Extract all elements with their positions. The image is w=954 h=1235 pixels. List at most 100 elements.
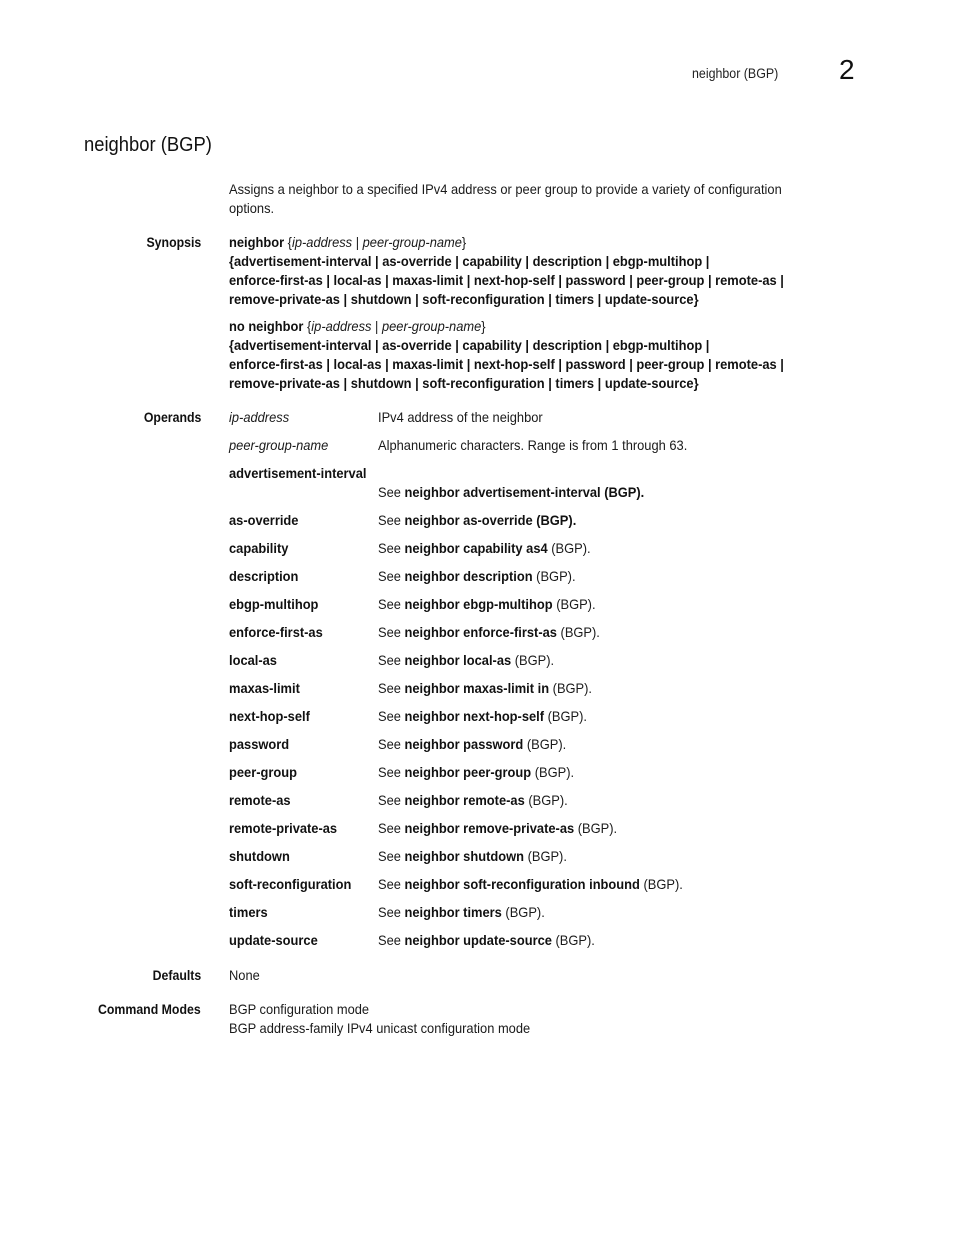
operand-see-reference: See neighbor as-override (BGP). [378, 511, 576, 530]
operand-term: ebgp-multihop [229, 596, 319, 612]
synopsis-options-line: {advertisement-interval | as-override | … [229, 337, 710, 353]
see-prefix: See [378, 596, 405, 612]
see-suffix: (BGP). [551, 932, 595, 948]
synopsis-options-line: remove-private-as | shutdown | soft-reco… [229, 375, 699, 391]
cross-reference-link[interactable]: neighbor as-override (BGP). [405, 512, 577, 528]
cross-reference-link[interactable]: neighbor capability as4 [405, 540, 548, 556]
operand-see-reference: See neighbor enforce-first-as (BGP). [378, 623, 600, 642]
see-prefix: See [378, 540, 405, 556]
see-suffix: (BGP). [549, 680, 593, 696]
cross-reference-link[interactable]: neighbor password [405, 736, 524, 752]
cross-reference-link[interactable]: neighbor maxas-limit in [405, 680, 550, 696]
defaults-value: None [229, 967, 260, 983]
operand-see-reference: See neighbor peer-group (BGP). [378, 763, 574, 782]
operand-definition: Alphanumeric characters. Range is from 1… [378, 437, 688, 453]
cross-reference-link[interactable]: neighbor advertisement-interval (BGP). [405, 484, 645, 500]
operand-term: peer-group-name [229, 437, 329, 453]
operand-see-reference: See neighbor local-as (BGP). [378, 651, 554, 670]
synopsis-form: neighbor {ip-address | peer-group-name} … [229, 233, 832, 309]
cross-reference-link[interactable]: neighbor update-source [405, 932, 552, 948]
see-prefix: See [378, 708, 405, 724]
operand-see-reference: See neighbor description (BGP). [378, 567, 576, 586]
cross-reference-link[interactable]: neighbor timers [405, 904, 506, 920]
operand-term: soft-reconfiguration [229, 876, 352, 892]
see-suffix: (BGP). [574, 820, 618, 836]
synopsis-options-line: enforce-first-as | local-as | maxas-limi… [229, 356, 784, 372]
synopsis-options-line: enforce-first-as | local-as | maxas-limi… [229, 272, 784, 288]
arg-peer-group-name: peer-group-name [362, 234, 462, 250]
see-suffix: (BGP). [523, 736, 567, 752]
synopsis-options-line: {advertisement-interval | as-override | … [229, 253, 710, 269]
see-prefix: See [378, 792, 405, 808]
see-prefix: See [378, 512, 405, 528]
operand-see-reference: See neighbor next-hop-self (BGP). [378, 707, 587, 726]
see-suffix: (BGP). [531, 764, 575, 780]
cross-reference-link[interactable]: neighbor remove-private-as [405, 820, 575, 836]
cross-reference-link[interactable]: neighbor soft-reconfiguration inbound [405, 876, 640, 892]
arg-peer-group-name: peer-group-name [381, 318, 482, 334]
see-prefix: See [378, 820, 405, 836]
see-prefix: See [378, 680, 405, 696]
operand-term: remote-as [229, 792, 291, 808]
operand-term: advertisement-interval [229, 465, 367, 481]
see-suffix: (BGP). [524, 792, 568, 808]
see-suffix: (BGP). [523, 848, 567, 864]
cross-reference-link[interactable]: neighbor description [405, 568, 533, 584]
synopsis-command-line: neighbor {ip-address | peer-group-name} [229, 233, 784, 252]
operand-definition: IPv4 address of the neighbor [378, 409, 543, 425]
command-keyword: neighbor [229, 234, 285, 250]
defaults-label: Defaults [152, 967, 201, 983]
synopsis-form-no: no neighbor {ip-address | peer-group-nam… [229, 317, 832, 393]
operands-label: Operands [143, 409, 201, 425]
command-mode: BGP configuration mode [229, 1001, 370, 1017]
operand-term: peer-group [229, 764, 297, 780]
see-prefix: See [378, 876, 405, 892]
cross-reference-link[interactable]: neighbor peer-group [405, 764, 532, 780]
see-prefix: See [378, 652, 405, 668]
see-prefix: See [378, 764, 405, 780]
operand-term: timers [229, 904, 268, 920]
arg-ip-address: ip-address [291, 234, 353, 250]
operand-see-reference: See neighbor maxas-limit in (BGP). [378, 679, 592, 698]
operand-see-reference: See neighbor ebgp-multihop (BGP). [378, 595, 596, 614]
command-modes-label: Command Modes [98, 1001, 201, 1017]
cross-reference-link[interactable]: neighbor next-hop-self [405, 708, 545, 724]
command-keyword: no neighbor [229, 318, 304, 334]
cross-reference-link[interactable]: neighbor ebgp-multihop [405, 596, 553, 612]
cross-reference-link[interactable]: neighbor local-as [405, 652, 512, 668]
operand-term: maxas-limit [229, 680, 300, 696]
command-mode: BGP address-family IPv4 unicast configur… [229, 1020, 531, 1036]
operand-term: remote-private-as [229, 820, 338, 836]
see-prefix: See [378, 904, 405, 920]
page-title: neighbor (BGP) [84, 134, 212, 156]
see-suffix: (BGP). [552, 596, 596, 612]
operand-term: description [229, 568, 299, 584]
operand-term: enforce-first-as [229, 624, 323, 640]
operand-term: ip-address [229, 409, 290, 425]
operand-term: update-source [229, 932, 318, 948]
see-prefix: See [378, 932, 405, 948]
synopsis-label: Synopsis [146, 234, 201, 250]
synopsis-options-line: remove-private-as | shutdown | soft-reco… [229, 291, 699, 307]
operand-see-reference: See neighbor shutdown (BGP). [378, 847, 567, 866]
separator: | [371, 318, 382, 334]
operand-term: local-as [229, 652, 277, 668]
operand-term: password [229, 736, 290, 752]
see-prefix: See [378, 848, 405, 864]
chapter-number: 2 [839, 54, 855, 85]
cross-reference-link[interactable]: neighbor shutdown [405, 848, 524, 864]
see-suffix: (BGP). [532, 568, 576, 584]
operand-term: next-hop-self [229, 708, 310, 724]
description-line: Assigns a neighbor to a specified IPv4 a… [229, 181, 782, 197]
operand-see-reference: See neighbor remote-as (BGP). [378, 791, 568, 810]
separator: | [352, 234, 363, 250]
operand-see-reference: See neighbor advertisement-interval (BGP… [378, 484, 645, 500]
arg-ip-address: ip-address [311, 318, 372, 334]
cross-reference-link[interactable]: neighbor enforce-first-as [405, 624, 557, 640]
cross-reference-link[interactable]: neighbor remote-as [405, 792, 525, 808]
see-suffix: (BGP). [547, 540, 591, 556]
running-header-title: neighbor (BGP) [692, 66, 779, 81]
brace-close: } [461, 234, 467, 250]
description-line: options. [229, 200, 275, 216]
see-prefix: See [378, 736, 405, 752]
